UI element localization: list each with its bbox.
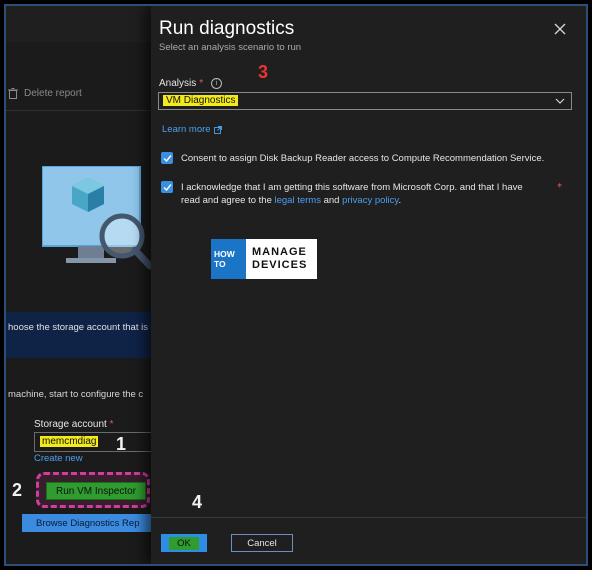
learn-more-label: Learn more [162,124,211,135]
delete-report-label: Delete report [24,88,82,99]
required-mark: * [557,182,562,193]
logo-manage: MANAGE [252,246,307,258]
external-link-icon [213,125,222,134]
background-page: Delete report hoose the storage account … [6,6,166,564]
create-new-link[interactable]: Create new [34,453,83,464]
annotation-4: 4 [192,492,203,512]
how-to-manage-devices-logo: HOW TO MANAGE DEVICES [211,239,317,279]
configure-text: machine, start to configure the c [8,389,144,400]
legal-terms-link[interactable]: legal terms [275,195,321,206]
consent-text: Consent to assign Disk Backup Reader acc… [181,153,545,164]
panel-title: Run diagnostics [159,18,295,39]
annotation-2: 2 [12,480,23,500]
acknowledge-checkbox[interactable] [161,181,173,193]
annotation-1: 1 [116,434,127,454]
acknowledge-line-1: I acknowledge that I am getting this sof… [181,182,523,193]
storage-account-label-text: Storage account [34,419,107,430]
analysis-label-text: Analysis [159,78,197,89]
trash-icon [8,88,18,99]
storage-account-label: Storage account * [34,419,114,430]
cancel-button[interactable]: Cancel [231,534,293,552]
privacy-policy-link[interactable]: privacy policy [342,195,398,206]
banner-text: hoose the storage account that is [8,322,148,333]
analysis-dropdown[interactable]: VM Diagnostics [158,92,572,110]
logo-how: HOW [214,249,235,259]
info-banner [6,312,156,358]
run-diagnostics-panel: Run diagnostics Select an analysis scena… [151,6,586,564]
app-window: Delete report hoose the storage account … [4,4,588,566]
acknowledge-checkbox-row[interactable]: I acknowledge that I am getting this sof… [161,181,523,207]
analysis-label: Analysis * i [159,78,223,89]
acknowledge-suffix: . [398,195,402,206]
chevron-down-icon [555,98,565,104]
background-top-strip [6,6,166,42]
learn-more-link[interactable]: Learn more [162,124,222,135]
acknowledge-text: I acknowledge that I am getting this sof… [181,181,523,207]
required-mark: * [199,78,204,89]
delete-report-button[interactable]: Delete report [8,88,82,99]
browse-diagnostics-reports-button[interactable]: Browse Diagnostics Rep [22,514,152,532]
acknowledge-line-2-prefix: read and agree to the [181,195,272,206]
analysis-dropdown-value: VM Diagnostics [163,95,239,106]
checkmark-icon [163,183,172,191]
storage-account-value: memcmdiag [40,436,99,447]
logo-right-block: MANAGE DEVICES [246,239,317,279]
ok-button[interactable]: OK [161,534,207,552]
footer-divider [151,517,586,518]
logo-left-block: HOW TO [211,239,246,279]
checkmark-icon [163,154,172,162]
acknowledge-and: and [323,195,340,206]
ok-button-label: OK [169,536,199,550]
logo-devices: DEVICES [252,259,308,271]
consent-checkbox-row[interactable]: Consent to assign Disk Backup Reader acc… [161,152,544,165]
logo-to: TO [214,259,226,269]
info-icon[interactable]: i [211,78,223,89]
close-icon[interactable] [553,22,567,36]
panel-subtitle: Select an analysis scenario to run [159,42,302,53]
run-vm-inspector-button[interactable]: Run VM Inspector [46,482,146,500]
required-mark: * [109,419,114,430]
consent-checkbox[interactable] [161,152,173,164]
vm-inspector-illustration [42,166,152,270]
annotation-3: 3 [258,62,269,82]
divider [6,110,166,111]
